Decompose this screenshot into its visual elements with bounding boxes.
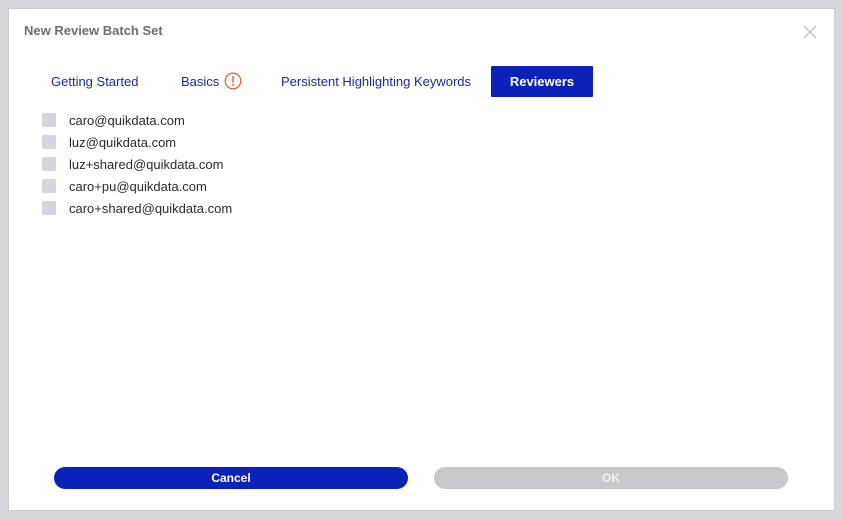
ok-button[interactable]: OK: [434, 467, 788, 489]
reviewer-list: caro@quikdata.com luz@quikdata.com luz+s…: [42, 109, 232, 219]
reviewer-email: luz+shared@quikdata.com: [69, 156, 224, 172]
checkbox-unchecked-icon[interactable]: [42, 157, 56, 171]
checkbox-unchecked-icon[interactable]: [42, 179, 56, 193]
reviewer-email: caro+pu@quikdata.com: [69, 178, 207, 194]
checkbox-unchecked-icon[interactable]: [42, 201, 56, 215]
tab-persistent-highlighting-keywords[interactable]: Persistent Highlighting Keywords: [281, 66, 471, 97]
tab-basics[interactable]: Basics: [181, 66, 242, 97]
checkbox-unchecked-icon[interactable]: [42, 135, 56, 149]
list-item: luz@quikdata.com: [42, 131, 232, 153]
list-item: caro@quikdata.com: [42, 109, 232, 131]
tab-reviewers[interactable]: Reviewers: [491, 66, 593, 97]
tab-label: Reviewers: [509, 74, 575, 89]
new-review-batch-set-dialog: New Review Batch Set Getting Started Bas…: [8, 8, 835, 511]
list-item: caro+shared@quikdata.com: [42, 197, 232, 219]
reviewer-email: luz@quikdata.com: [69, 134, 177, 150]
reviewer-email: caro+shared@quikdata.com: [69, 200, 233, 216]
tab-bar: Getting Started Basics Persistent Highli…: [9, 66, 834, 98]
checkbox-unchecked-icon[interactable]: [42, 113, 56, 127]
tab-label: Persistent Highlighting Keywords: [281, 74, 472, 89]
tab-label: Basics: [181, 74, 220, 89]
list-item: caro+pu@quikdata.com: [42, 175, 232, 197]
close-icon[interactable]: [802, 24, 818, 40]
tab-label: Getting Started: [51, 74, 139, 89]
cancel-button[interactable]: Cancel: [54, 467, 408, 489]
warning-circle-icon: [224, 72, 242, 90]
tab-getting-started[interactable]: Getting Started: [51, 66, 138, 97]
reviewer-email: caro@quikdata.com: [69, 112, 185, 128]
list-item: luz+shared@quikdata.com: [42, 153, 232, 175]
dialog-title: New Review Batch Set: [24, 23, 163, 38]
